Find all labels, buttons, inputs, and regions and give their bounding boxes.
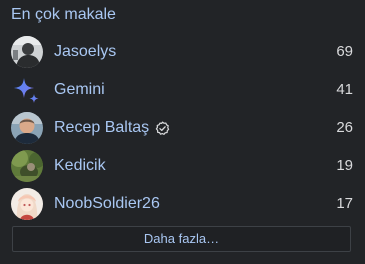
avatar[interactable] bbox=[11, 188, 43, 220]
article-count: 41 bbox=[336, 81, 353, 98]
grey-photo-avatar bbox=[11, 36, 43, 68]
article-count: 19 bbox=[336, 157, 353, 174]
author-name[interactable]: Jasoelys bbox=[54, 42, 116, 62]
top-authors-widget: En çok makale Jasoelys 69 Gemini 41 Rece… bbox=[0, 0, 365, 264]
list-item[interactable]: Gemini 41 bbox=[0, 71, 365, 109]
avatar[interactable] bbox=[11, 150, 43, 182]
green-photo-avatar bbox=[11, 150, 43, 182]
person-photo-avatar bbox=[11, 112, 43, 144]
author-name-text[interactable]: Gemini bbox=[54, 80, 105, 100]
author-name[interactable]: NoobSoldier26 bbox=[54, 194, 160, 214]
list-item[interactable]: Jasoelys 69 bbox=[0, 33, 365, 71]
list-item[interactable]: Kedicik 19 bbox=[0, 147, 365, 185]
author-name[interactable]: Gemini bbox=[54, 80, 105, 100]
widget-title: En çok makale bbox=[11, 6, 116, 23]
author-name-text[interactable]: Kedicik bbox=[54, 156, 106, 176]
author-name-text[interactable]: Recep Baltaş bbox=[54, 118, 149, 138]
avatar[interactable] bbox=[11, 112, 43, 144]
author-list: Jasoelys 69 Gemini 41 Recep Baltaş 26 Ke… bbox=[0, 33, 365, 223]
author-name-text[interactable]: NoobSoldier26 bbox=[54, 194, 160, 214]
author-name[interactable]: Recep Baltaş bbox=[54, 118, 170, 138]
article-count: 17 bbox=[336, 195, 353, 212]
avatar[interactable] bbox=[11, 74, 43, 106]
author-name-text[interactable]: Jasoelys bbox=[54, 42, 116, 62]
list-item[interactable]: NoobSoldier26 17 bbox=[0, 185, 365, 223]
article-count: 26 bbox=[336, 119, 353, 136]
verified-badge-icon bbox=[155, 121, 170, 135]
list-item[interactable]: Recep Baltaş 26 bbox=[0, 109, 365, 147]
author-name[interactable]: Kedicik bbox=[54, 156, 106, 176]
gemini-sparkle-icon bbox=[14, 78, 39, 103]
article-count: 69 bbox=[336, 43, 353, 60]
more-button[interactable]: Daha fazla… bbox=[12, 226, 351, 252]
anime-avatar bbox=[11, 188, 43, 220]
avatar[interactable] bbox=[11, 36, 43, 68]
